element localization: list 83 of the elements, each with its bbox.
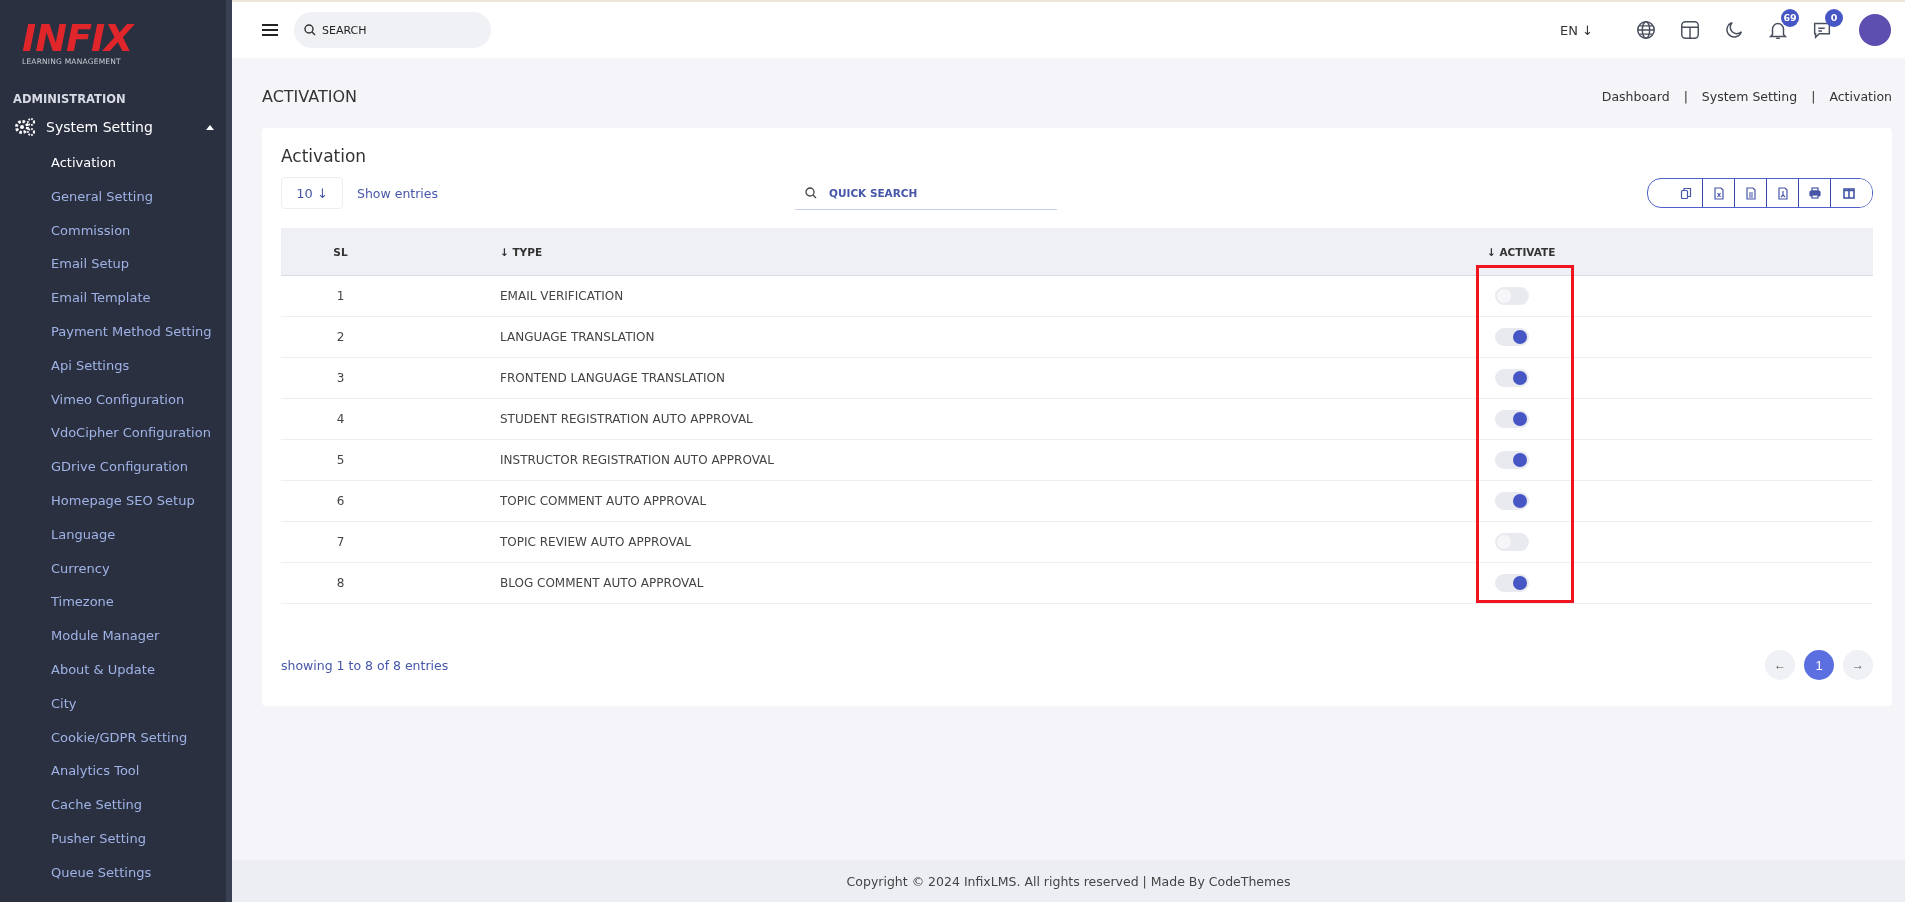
table-cell: 4: [336, 412, 345, 426]
sidebar-item[interactable]: Queue Settings: [0, 855, 226, 890]
columns-icon: [1842, 186, 1855, 200]
sidebar-item[interactable]: City: [0, 686, 226, 721]
copy-icon: [1680, 186, 1692, 200]
sidebar-item[interactable]: Api Settings: [0, 348, 226, 383]
pdf-file-icon: [1776, 186, 1789, 200]
table-cell: FRONTEND LANGUAGE TRANSLATION: [500, 371, 726, 385]
table-cell: STUDENT REGISTRATION AUTO APPROVAL: [500, 412, 753, 426]
layout-icon[interactable]: [1679, 19, 1701, 41]
sidebar-item[interactable]: Activation: [0, 146, 226, 180]
sidebar-item[interactable]: Homepage SEO Setup: [0, 483, 226, 518]
sidebar-item[interactable]: Module Manager: [0, 619, 226, 653]
logo-wordmark: INFIX: [22, 20, 136, 56]
table-cell: 1: [336, 289, 345, 303]
gears-icon: [14, 118, 36, 136]
menu-icon[interactable]: [262, 23, 278, 37]
column-header[interactable]: ↓ ACTIVATE: [1487, 245, 1556, 258]
search-icon: [304, 24, 316, 36]
sidebar-item[interactable]: Commission: [0, 213, 226, 248]
table-cell: LANGUAGE TRANSLATION: [500, 330, 655, 344]
sidebar-item[interactable]: Language: [0, 517, 226, 552]
breadcrumb-link[interactable]: Dashboard: [1601, 88, 1670, 104]
sidebar-item[interactable]: General Setting: [0, 179, 226, 214]
toggle-switch[interactable]: [1495, 492, 1529, 510]
table-cell: 2: [336, 330, 345, 344]
globe-icon[interactable]: [1635, 19, 1657, 41]
sidebar-group-toggle[interactable]: System Setting: [14, 114, 214, 140]
sidebar-item[interactable]: Cookie/GDPR Setting: [0, 720, 226, 755]
sidebar-item[interactable]: Analytics Tool: [0, 754, 226, 789]
search-field[interactable]: SEARCH: [294, 12, 491, 48]
table-cell: INSTRUCTOR REGISTRATION AUTO APPROVAL: [500, 453, 774, 467]
table-cell: 6: [336, 494, 345, 508]
breadcrumb-link[interactable]: Activation: [1829, 88, 1892, 104]
table-cell: BLOG COMMENT AUTO APPROVAL: [500, 576, 704, 590]
sidebar-item[interactable]: Email Setup: [0, 247, 226, 282]
columns-export-button[interactable]: [1830, 179, 1872, 207]
breadcrumb-link[interactable]: System Setting: [1701, 88, 1798, 104]
page-button[interactable]: 1: [1804, 650, 1834, 680]
language-selector[interactable]: EN ↓: [1560, 22, 1593, 38]
sidebar-item[interactable]: GDrive Configuration: [0, 450, 226, 484]
toggle-switch[interactable]: [1495, 574, 1529, 592]
table-cell: 5: [336, 453, 345, 467]
moon-icon[interactable]: [1723, 19, 1745, 41]
notification-badge: 69: [1781, 9, 1799, 27]
sidebar-item[interactable]: Payment Method Setting: [0, 315, 226, 349]
print-icon: [1808, 186, 1821, 200]
document-icon: [1744, 186, 1757, 200]
sidebar-item[interactable]: About & Update: [0, 652, 226, 687]
breadcrumb-separator: |: [1811, 88, 1816, 104]
table-cell: 3: [336, 371, 345, 385]
sidebar-item[interactable]: VdoCipher Configuration: [0, 416, 226, 451]
spreadsheet-file-icon: [1712, 186, 1725, 200]
next-page-button[interactable]: →: [1843, 650, 1873, 680]
card-title: Activation: [281, 146, 368, 166]
table-cell: TOPIC COMMENT AUTO APPROVAL: [500, 494, 707, 508]
toggle-switch[interactable]: [1495, 369, 1529, 387]
entries-summary: showing 1 to 8 of 8 entries: [281, 657, 449, 673]
show-entries-label: Show entries: [357, 185, 439, 201]
message-badge: 0: [1825, 9, 1843, 27]
breadcrumb-separator: |: [1683, 88, 1688, 104]
table-cell: 7: [336, 535, 345, 549]
table-cell: 8: [336, 576, 345, 590]
table-cell: EMAIL VERIFICATION: [500, 289, 624, 303]
section-heading: ADMINISTRATION: [12, 91, 127, 106]
table-cell: TOPIC REVIEW AUTO APPROVAL: [500, 535, 691, 549]
sidebar-item[interactable]: Email Template: [0, 281, 226, 315]
column-header[interactable]: ↓ TYPE: [500, 245, 543, 258]
toggle-switch[interactable]: [1495, 328, 1529, 346]
toggle-switch[interactable]: [1495, 410, 1529, 428]
avatar[interactable]: [1859, 14, 1891, 46]
page-size-select[interactable]: 10 ↓: [281, 177, 343, 209]
copyright-text: Copyright © 2024 InfixLMS. All rights reserved | Made By CodeThemes: [846, 873, 1291, 889]
toggle-switch[interactable]: [1495, 451, 1529, 469]
sidebar-item[interactable]: Vimeo Configuration: [0, 382, 226, 417]
page-title: ACTIVATION: [262, 86, 357, 106]
sidebar-item[interactable]: Currency: [0, 551, 226, 586]
previous-page-button[interactable]: ←: [1765, 650, 1795, 680]
sidebar-item[interactable]: Pusher Setting: [0, 821, 226, 856]
search-icon: [805, 187, 818, 199]
sidebar-item[interactable]: Cache Setting: [0, 788, 226, 822]
column-header[interactable]: SL: [333, 245, 348, 258]
sidebar-item[interactable]: Timezone: [0, 585, 226, 620]
